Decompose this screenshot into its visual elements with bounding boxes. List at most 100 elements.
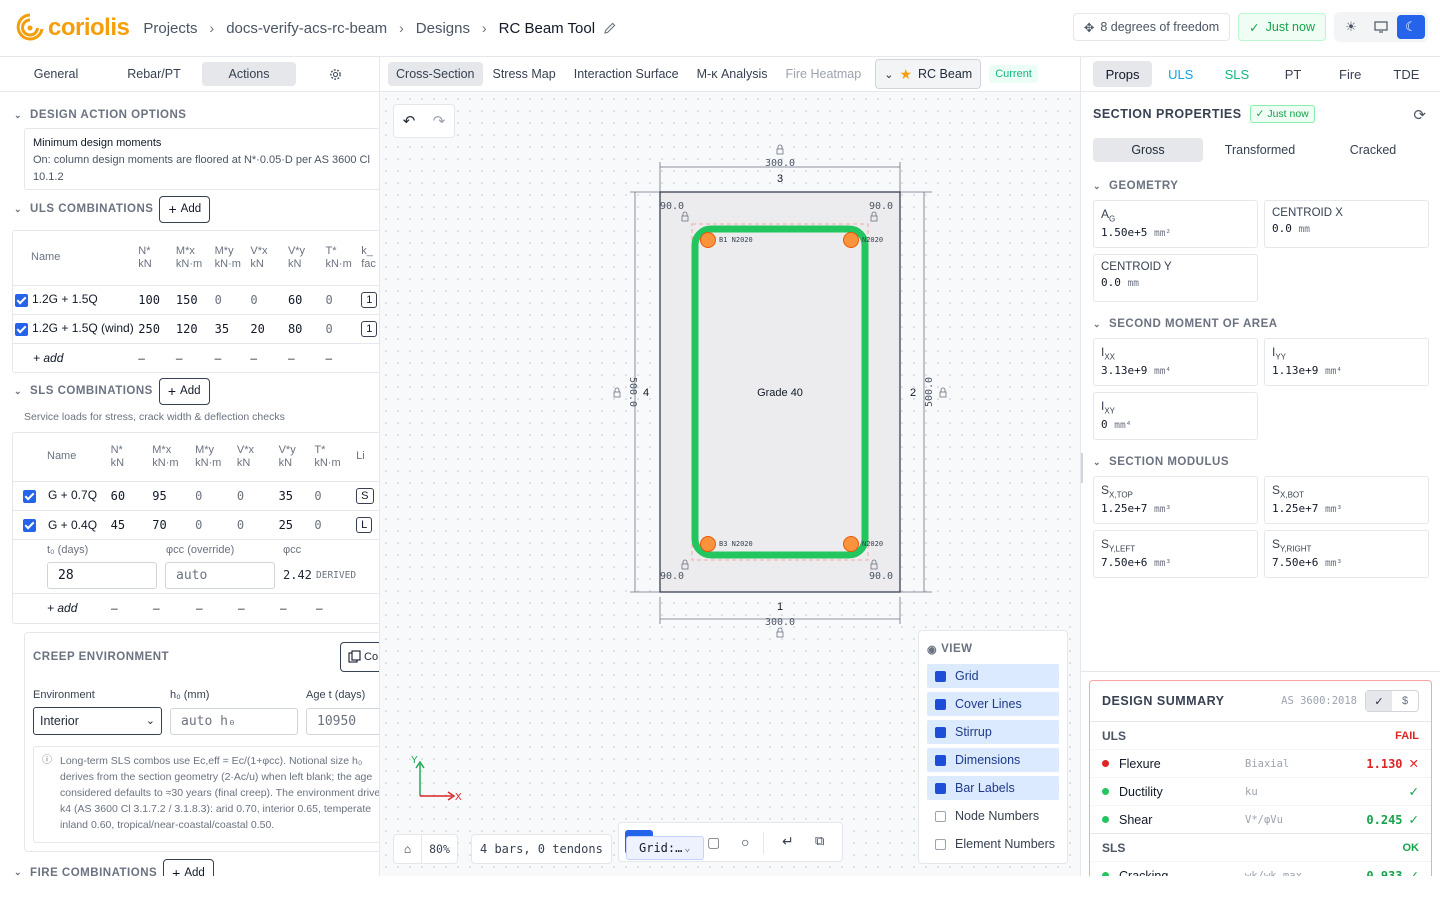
factor-input[interactable]: 1 [361,320,378,337]
refresh-icon[interactable]: ⟳ [1413,106,1426,124]
tab-fire-heatmap[interactable]: Fire Heatmap [777,62,869,86]
value-cell[interactable]: 35 [214,313,251,343]
breadcrumb-projects[interactable]: Projects [143,20,197,37]
design-action-options-header[interactable]: ⌄ DESIGN ACTION OPTIONS [0,102,379,128]
t0-input[interactable]: 28 [47,562,157,589]
uls-summary-header[interactable]: ULS FAIL [1090,721,1431,749]
rebar-b3[interactable] [700,536,716,552]
limit-input[interactable]: S [356,487,374,504]
value-cell[interactable]: 0 [236,509,279,539]
value-cell[interactable]: 60 [110,480,153,510]
value-cell[interactable]: 0 [325,284,362,314]
sls-combinations-header[interactable]: ⌄ SLS COMBINATIONS + Add [0,376,379,406]
value-cell[interactable]: 0 [214,284,251,314]
age-input[interactable]: 10950 [306,707,379,735]
value-cell[interactable]: 0 [250,284,288,314]
combo-name-cell[interactable]: 1.2G + 1.5Q [13,284,139,314]
factor-cell[interactable]: 1 [361,284,379,314]
summary-row[interactable]: Ductility ku ✓ [1090,777,1431,805]
check-icon[interactable]: ✓ [1366,691,1392,711]
value-cell[interactable]: 100 [138,284,176,314]
value-cell[interactable]: 25 [278,509,315,539]
value-cell[interactable]: 0 [195,480,237,510]
geometry-header[interactable]: ⌄ GEOMETRY [1093,180,1178,192]
fit-view-icon[interactable]: ⧉ [815,833,824,849]
resize-handle[interactable] [1081,453,1086,483]
summary-row[interactable]: Cracking wk/wk,max 0.933 ✓ [1090,861,1431,876]
sls-summary-header[interactable]: SLS OK [1090,833,1431,861]
limit-cell[interactable]: S [356,480,379,510]
environment-select[interactable]: Interior ⌄ [33,706,162,735]
table-row[interactable]: 1.2G + 1.5Q (wind) 250 120 35 20 80 0 1 [13,313,379,343]
tab-rebar-pt[interactable]: Rebar/PT [106,62,202,86]
settings-gear-icon[interactable] [310,62,360,86]
edit-pencil-icon[interactable] [603,21,617,35]
logo[interactable]: coriolis [16,13,130,43]
value-cell[interactable]: 35 [278,480,315,510]
combo-name-cell[interactable]: 1.2G + 1.5Q (wind) [13,313,139,343]
value-cell[interactable]: 0 [236,480,279,510]
combo-name-cell[interactable]: G + 0.7Q [13,480,111,510]
value-cell[interactable]: 70 [152,509,196,539]
view-toggle-grid[interactable]: Grid [927,664,1059,688]
grid-select[interactable]: Grid:… ⌄ [626,836,704,860]
home-icon[interactable]: ⌂ [394,835,422,863]
tab-interaction-surface[interactable]: Interaction Surface [566,62,687,86]
summary-row[interactable]: Shear V*/φVu 0.245 ✓ [1090,805,1431,833]
return-icon[interactable]: ↵ [782,833,794,850]
tab-sls[interactable]: SLS [1209,61,1264,87]
circle-tool-icon[interactable]: ○ [741,834,749,850]
table-row[interactable]: G + 0.7Q 60 95 0 0 35 0 S [13,480,379,510]
tab-m-k-analysis[interactable]: M-κ Analysis [689,62,776,86]
dollar-icon[interactable]: $ [1392,691,1418,711]
copy-button[interactable]: Co [340,641,379,672]
rebar-b2[interactable] [843,232,859,248]
value-cell[interactable]: 0 [314,480,357,510]
table-row[interactable]: G + 0.4Q 45 70 0 0 25 0 L [13,509,379,539]
toggle-checkbox[interactable] [935,698,946,710]
min-moments-info[interactable]: Minimum design moments On: column design… [24,128,379,190]
sls-add-row[interactable]: + add – – – – – – [13,593,379,623]
toggle-checkbox[interactable] [935,782,946,794]
add-fire-button[interactable]: + Add [163,859,214,876]
toggle-checkbox[interactable] [935,754,946,766]
toggle-checkbox[interactable] [935,838,946,850]
rect-tool-icon[interactable]: ▢ [707,834,720,851]
view-toggle-node-numbers[interactable]: Node Numbers [927,804,1059,828]
fire-combinations-header[interactable]: ⌄ FIRE COMBINATIONS + Add [0,858,379,876]
uls-combinations-header[interactable]: ⌄ ULS COMBINATIONS + Add [0,194,379,224]
tab-cross-section[interactable]: Cross-Section [388,62,483,86]
tab-fire[interactable]: Fire [1322,61,1379,87]
rebar-b4[interactable] [843,536,859,552]
table-row[interactable]: 1.2G + 1.5Q 100 150 0 0 60 0 1 [13,284,379,314]
value-cell[interactable]: 120 [175,313,215,343]
h0-input[interactable]: auto h₀ [170,707,298,735]
combo-name-cell[interactable]: G + 0.4Q [13,509,111,539]
value-cell[interactable]: 80 [287,313,326,343]
toggle-checkbox[interactable] [935,726,946,738]
tab-props[interactable]: Props [1093,61,1153,87]
limit-cell[interactable]: L [356,509,379,539]
subtab-transformed[interactable]: Transformed [1203,138,1317,162]
tab-actions[interactable]: Actions [202,62,296,86]
view-toggle-dimensions[interactable]: Dimensions [927,748,1059,772]
value-cell[interactable]: 20 [250,313,288,343]
modulus-header[interactable]: ⌄ SECTION MODULUS [1093,456,1229,468]
preset-selector[interactable]: ⌄ ★ RC Beam [875,59,982,89]
subtab-cracked[interactable]: Cracked [1317,138,1429,162]
uls-add-row[interactable]: + add – – – – – – [13,342,379,372]
value-cell[interactable]: 0 [314,509,357,539]
value-cell[interactable]: 60 [287,284,326,314]
sun-icon[interactable]: ☀ [1337,15,1365,39]
moon-icon[interactable]: ☾ [1397,15,1425,39]
value-cell[interactable]: 0 [195,509,237,539]
row-checkbox[interactable] [15,322,28,336]
limit-input[interactable]: L [356,516,373,533]
monitor-icon[interactable] [1367,15,1395,39]
tab-general[interactable]: General [6,62,106,86]
toggle-checkbox[interactable] [935,810,946,822]
row-checkbox[interactable] [23,518,36,532]
view-toggle-bar-labels[interactable]: Bar Labels [927,776,1059,800]
toggle-checkbox[interactable] [935,670,946,682]
value-cell[interactable]: 0 [325,313,362,343]
